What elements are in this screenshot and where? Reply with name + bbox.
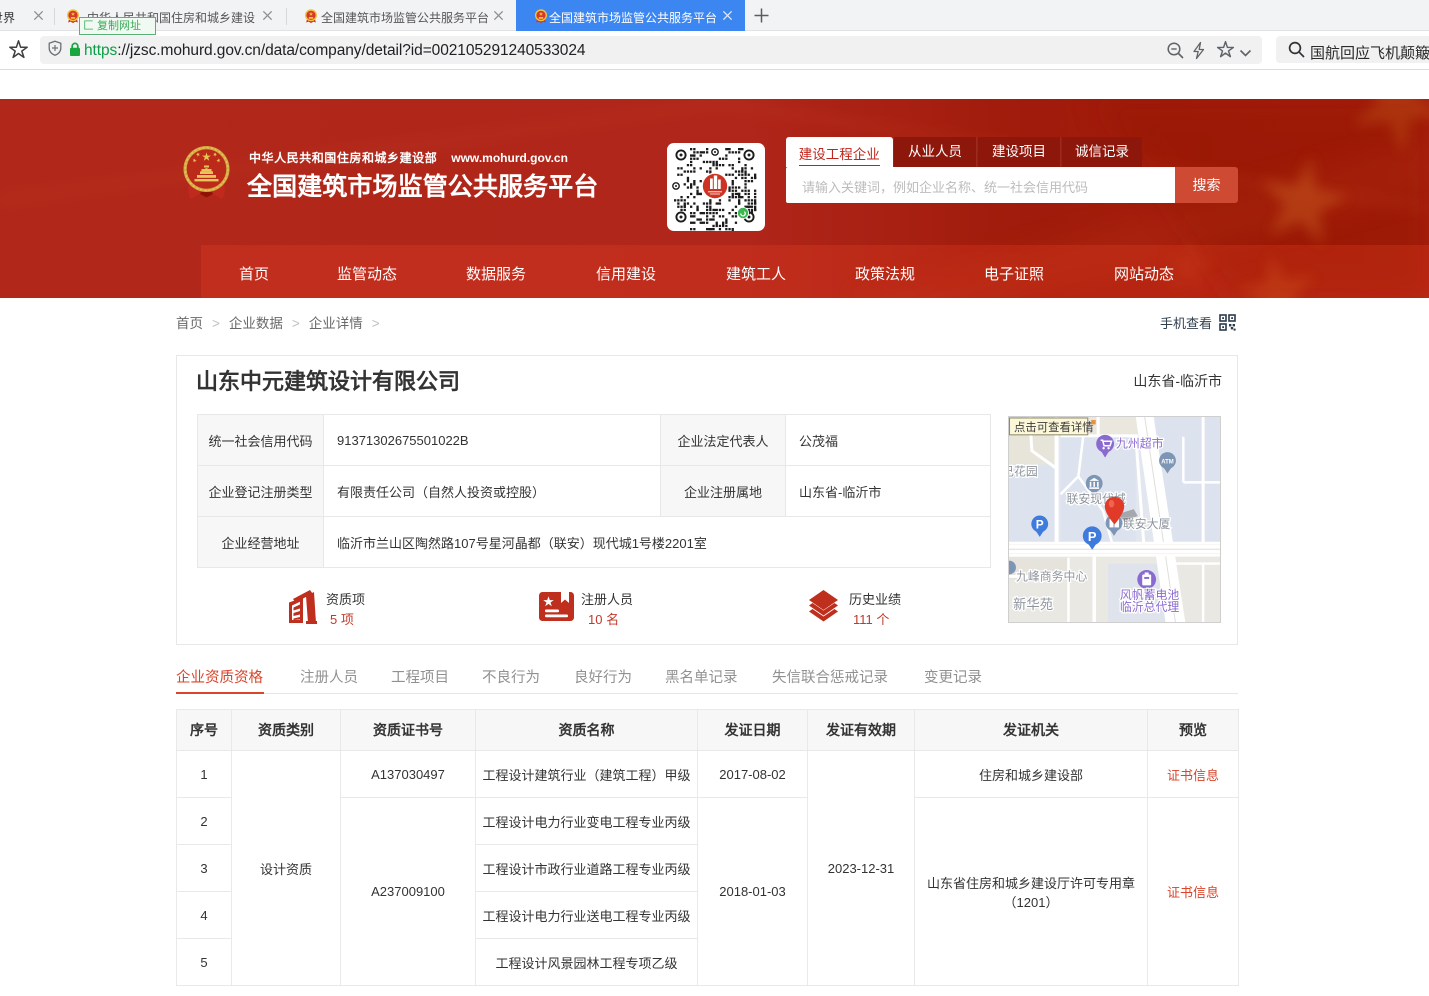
svg-text:己花园: 己花园 xyxy=(1008,464,1038,478)
svg-text:联安大厦: 联安大厦 xyxy=(1123,517,1171,531)
svg-text:九州超市: 九州超市 xyxy=(1116,437,1164,451)
svg-text:ATM: ATM xyxy=(1161,460,1173,466)
svg-text:点击可查看详情: 点击可查看详情 xyxy=(1014,420,1094,434)
svg-text:新华苑: 新华苑 xyxy=(1013,597,1053,612)
svg-text:临沂总代理: 临沂总代理 xyxy=(1120,600,1179,614)
svg-text:P: P xyxy=(1088,529,1097,544)
svg-text:P: P xyxy=(1036,517,1044,531)
svg-text:九峰商务中心: 九峰商务中心 xyxy=(1016,569,1087,583)
